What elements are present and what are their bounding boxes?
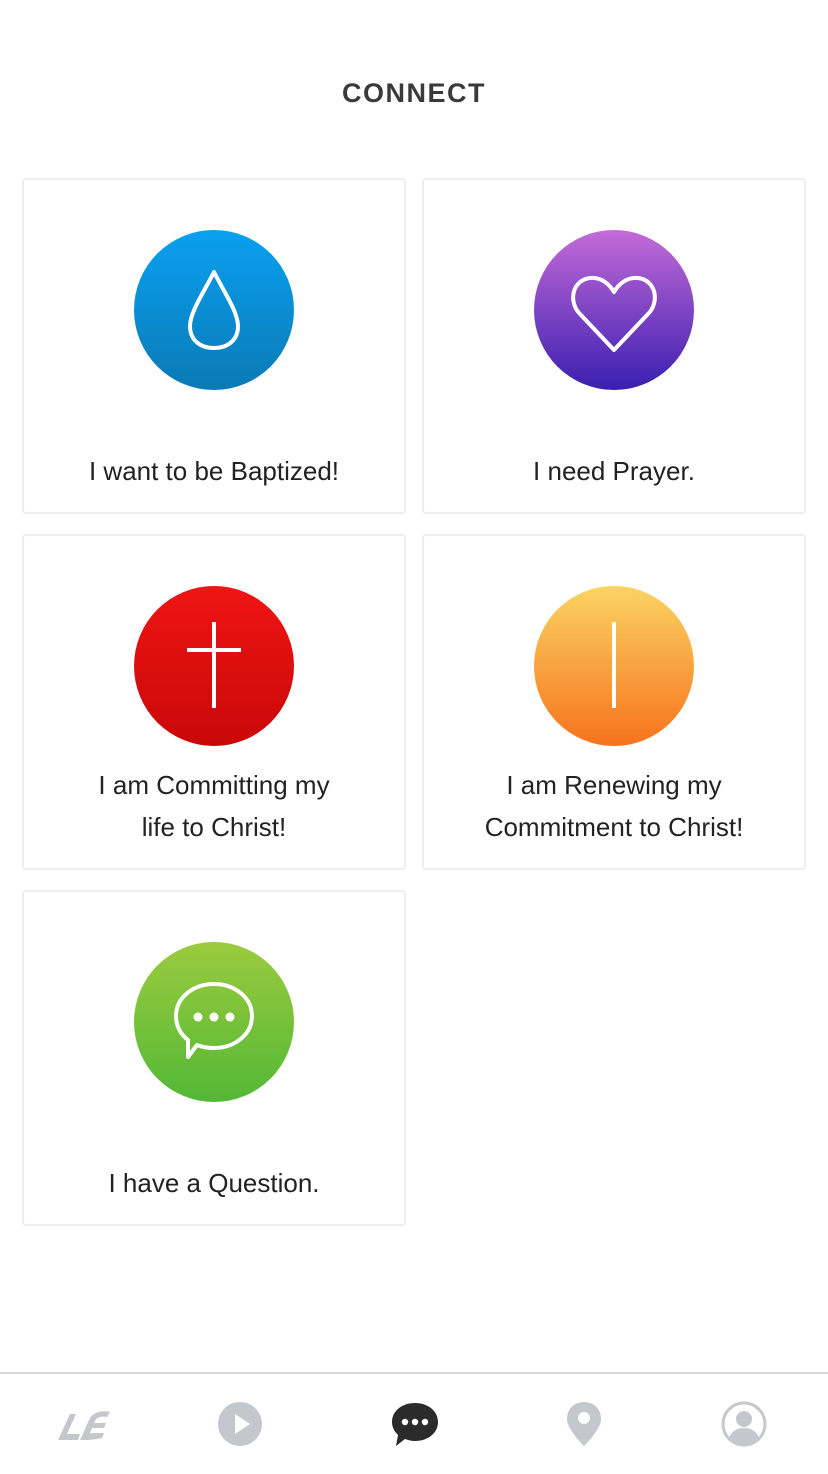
profile-icon bbox=[721, 1401, 767, 1447]
committing-label-line-1: I am Committing my bbox=[98, 770, 330, 800]
committing-label: I am Committing my life to Christ! bbox=[24, 764, 404, 848]
prayer-label: I need Prayer. bbox=[424, 450, 804, 492]
tab-connect[interactable] bbox=[365, 1374, 465, 1474]
tab-home[interactable] bbox=[32, 1374, 132, 1474]
tab-locations[interactable] bbox=[534, 1374, 634, 1474]
baptized-card[interactable]: I want to be Baptized! bbox=[22, 178, 406, 514]
heart-icon bbox=[571, 275, 657, 352]
renewing-icon-circle bbox=[534, 586, 694, 746]
baptized-label: I want to be Baptized! bbox=[24, 450, 404, 492]
location-pin-icon bbox=[567, 1402, 601, 1446]
church-logo-icon bbox=[58, 1411, 110, 1440]
chat-icon bbox=[392, 1403, 438, 1446]
prayer-card[interactable]: I need Prayer. bbox=[422, 178, 806, 514]
chat-bubble-icon bbox=[174, 982, 254, 1059]
renewing-label-line-1: I am Renewing my bbox=[506, 770, 722, 800]
baptized-label-line: I want to be Baptized! bbox=[88, 456, 340, 486]
tab-profile[interactable] bbox=[694, 1374, 794, 1474]
cross-icon bbox=[187, 622, 241, 708]
page-title: CONNECT bbox=[342, 78, 486, 108]
water-drop-icon bbox=[188, 270, 240, 350]
renewing-card[interactable]: I am Renewing my Commitment to Christ! bbox=[422, 534, 806, 870]
baptized-icon-circle bbox=[134, 230, 294, 390]
vertical-line-icon bbox=[612, 622, 616, 708]
play-icon bbox=[218, 1402, 262, 1446]
question-card[interactable]: I have a Question. bbox=[22, 890, 406, 1226]
prayer-icon-circle bbox=[534, 230, 694, 390]
renewing-label-line-2: Commitment to Christ! bbox=[484, 812, 744, 842]
renewing-label: I am Renewing my Commitment to Christ! bbox=[424, 764, 804, 848]
question-label-line: I have a Question. bbox=[108, 1168, 320, 1198]
tab-watch[interactable] bbox=[190, 1374, 290, 1474]
bottom-tab-bar bbox=[0, 1372, 828, 1474]
committing-label-line-2: life to Christ! bbox=[141, 812, 287, 842]
committing-icon-circle bbox=[134, 586, 294, 746]
question-icon-circle bbox=[134, 942, 294, 1102]
committing-card[interactable]: I am Committing my life to Christ! bbox=[22, 534, 406, 870]
question-label: I have a Question. bbox=[24, 1162, 404, 1204]
prayer-label-line: I need Prayer. bbox=[533, 456, 695, 486]
